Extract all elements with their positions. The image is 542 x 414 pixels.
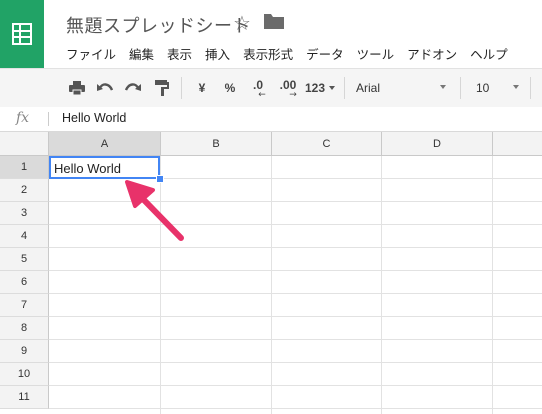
print-icon[interactable] — [66, 69, 88, 107]
fx-icon: fx — [16, 110, 30, 126]
row-header-4[interactable]: 4 — [0, 225, 49, 248]
currency-button[interactable]: ¥ — [192, 69, 212, 107]
document-title[interactable]: 無題スプレッドシート — [66, 12, 251, 38]
grid-line — [49, 339, 542, 340]
more-formats-label: 123 — [304, 81, 326, 95]
font-family-value: Arial — [356, 81, 381, 95]
row-header-5[interactable]: 5 — [0, 248, 49, 271]
chevron-down-icon — [440, 85, 446, 89]
menu-edit[interactable]: 編集 — [129, 44, 154, 62]
grid-line — [381, 156, 382, 414]
folder-icon[interactable] — [264, 14, 284, 33]
fill-handle[interactable] — [156, 175, 164, 183]
star-icon[interactable]: ☆ — [233, 11, 251, 35]
cell-a1-selected[interactable]: Hello World — [49, 156, 160, 179]
toolbar-divider — [344, 77, 345, 99]
grid-line — [160, 156, 161, 414]
column-header-c[interactable]: C — [272, 132, 382, 156]
menu-bar: ファイル 編集 表示 挿入 表示形式 データ ツール アドオン ヘルプ — [66, 44, 521, 62]
toolbar-divider — [530, 77, 531, 99]
menu-file[interactable]: ファイル — [66, 44, 116, 62]
row-header-9[interactable]: 9 — [0, 340, 49, 363]
select-all-corner[interactable] — [0, 132, 49, 156]
menu-insert[interactable]: 挿入 — [205, 44, 230, 62]
formula-input[interactable]: Hello World — [62, 111, 126, 125]
grid-line — [492, 156, 493, 414]
toolbar: ¥ % .0 ← .00 → 123 Arial 10 — [0, 68, 542, 108]
redo-icon[interactable] — [122, 69, 144, 107]
menu-data[interactable]: データ — [306, 44, 344, 62]
paint-format-icon[interactable] — [151, 69, 173, 107]
column-header-d[interactable]: D — [382, 132, 493, 156]
menu-view[interactable]: 表示 — [167, 44, 192, 62]
grid-line — [49, 247, 542, 248]
arrow-right-icon: → — [289, 90, 297, 100]
row-header-8[interactable]: 8 — [0, 317, 49, 340]
formula-divider — [48, 112, 49, 126]
percent-button[interactable]: % — [220, 69, 240, 107]
arrow-left-icon: ← — [258, 90, 266, 100]
decrease-decimal-button[interactable]: .0 ← — [245, 69, 271, 107]
menu-help[interactable]: ヘルプ — [470, 44, 508, 62]
increase-decimal-button[interactable]: .00 → — [274, 69, 302, 107]
grid-line — [271, 156, 272, 414]
sheets-icon — [12, 23, 32, 45]
grid-line — [49, 408, 542, 409]
grid-line — [49, 293, 542, 294]
column-header-b[interactable]: B — [161, 132, 272, 156]
formula-bar: fx Hello World — [0, 107, 542, 132]
column-header-a[interactable]: A — [49, 132, 161, 156]
menu-addons[interactable]: アドオン — [407, 44, 457, 62]
row-header-3[interactable]: 3 — [0, 202, 49, 225]
more-formats-button[interactable]: 123 — [302, 69, 338, 107]
row-header-7[interactable]: 7 — [0, 294, 49, 317]
app-header: 無題スプレッドシート ☆ ファイル 編集 表示 挿入 表示形式 データ ツール … — [0, 0, 542, 68]
row-header-11[interactable]: 11 — [0, 386, 49, 409]
grid-line — [49, 385, 542, 386]
column-header-e[interactable] — [493, 132, 542, 156]
chevron-down-icon — [329, 86, 336, 90]
row-header-10[interactable]: 10 — [0, 363, 49, 386]
menu-format[interactable]: 表示形式 — [243, 44, 293, 62]
toolbar-divider — [460, 77, 461, 99]
cell-grid[interactable] — [49, 156, 542, 414]
grid-line — [49, 362, 542, 363]
row-header-6[interactable]: 6 — [0, 271, 49, 294]
grid-line — [49, 270, 542, 271]
toolbar-divider — [181, 77, 182, 99]
menu-tools[interactable]: ツール — [357, 44, 395, 62]
grid-line — [49, 201, 542, 202]
sheets-logo[interactable] — [0, 0, 44, 68]
chevron-down-icon — [513, 85, 519, 89]
grid-line — [49, 224, 542, 225]
undo-icon[interactable] — [94, 69, 116, 107]
font-size-select[interactable]: 10 — [476, 69, 524, 107]
font-size-value: 10 — [476, 81, 490, 95]
row-header-1[interactable]: 1 — [0, 156, 49, 179]
font-family-select[interactable]: Arial — [356, 69, 450, 107]
row-header-2[interactable]: 2 — [0, 179, 49, 202]
grid-line — [49, 316, 542, 317]
